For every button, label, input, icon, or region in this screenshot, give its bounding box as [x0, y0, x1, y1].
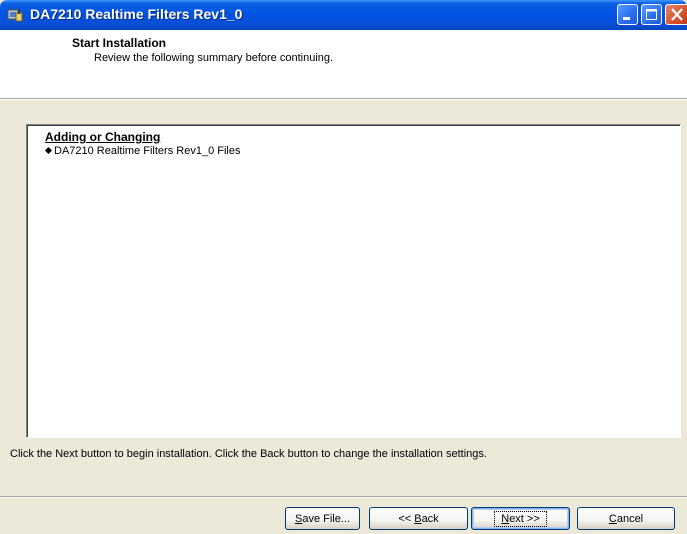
save-file-button-label: Save File...	[294, 512, 351, 525]
minimize-icon	[623, 17, 630, 20]
summary-box[interactable]: Adding or Changing DA7210 Realtime Filte…	[26, 124, 681, 438]
cancel-button[interactable]: Cancel	[577, 507, 675, 530]
close-button[interactable]	[665, 4, 687, 25]
page-title: Start Installation	[72, 36, 167, 50]
instruction-text: Click the Next button to begin installat…	[10, 448, 487, 460]
next-button-label: Next >>	[494, 510, 547, 527]
next-button[interactable]: Next >>	[471, 507, 570, 530]
summary-list-item: DA7210 Realtime Filters Rev1_0 Files	[44, 145, 240, 157]
close-icon	[671, 8, 683, 21]
summary-box-inner	[27, 125, 680, 437]
title-bar[interactable]: DA7210 Realtime Filters Rev1_0	[0, 0, 687, 30]
page-subtitle: Review the following summary before cont…	[94, 52, 334, 64]
summary-heading: Adding or Changing	[45, 130, 161, 144]
footer-divider	[0, 496, 687, 498]
back-button[interactable]: << Back	[369, 507, 468, 530]
cancel-button-label: Cancel	[608, 512, 644, 525]
back-button-label: << Back	[398, 512, 439, 525]
minimize-button[interactable]	[617, 4, 638, 25]
maximize-button[interactable]	[641, 4, 662, 25]
installer-window: DA7210 Realtime Filters Rev1_0 Start Ins…	[0, 0, 687, 534]
wizard-header: Start Installation Review the following …	[0, 30, 687, 98]
maximize-icon	[646, 9, 657, 20]
header-divider	[0, 98, 687, 100]
bullet-icon	[44, 146, 53, 155]
save-file-button[interactable]: Save File...	[285, 507, 360, 530]
installer-app-icon	[7, 9, 23, 22]
window-title: DA7210 Realtime Filters Rev1_0	[30, 6, 243, 22]
summary-item-label: DA7210 Realtime Filters Rev1_0 Files	[54, 145, 241, 157]
